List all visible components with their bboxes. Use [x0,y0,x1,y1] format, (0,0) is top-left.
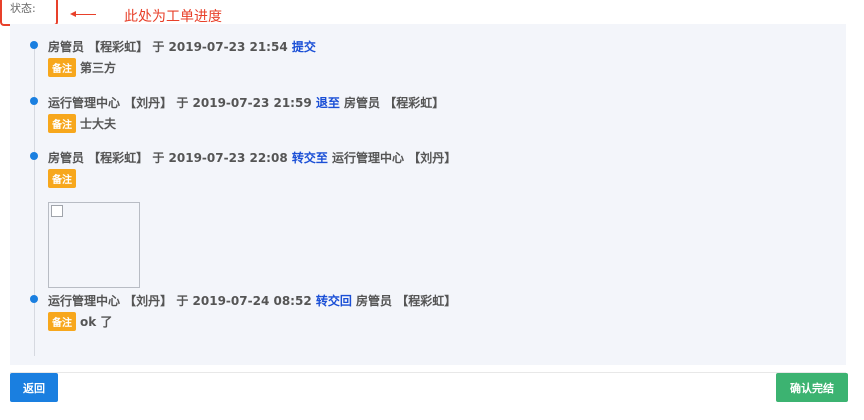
entry-action: 转交至 [291,151,328,165]
entry-prefix: 运行管理中心 【刘丹】 于 2019-07-23 21:59 [48,96,316,110]
entry-note-row: 备注 士大夫 [48,114,116,133]
entry-note-row: 备注 [48,169,80,188]
entry-suffix: 运行管理中心 【刘丹】 [327,151,457,165]
entry-action: 转交回 [315,294,352,308]
broken-image-icon [51,205,63,217]
back-button[interactable]: 返回 [10,373,58,402]
timeline-dot-icon [30,97,38,105]
entry-header: 运行管理中心 【刘丹】 于 2019-07-23 21:59 退至 房管员 【程… [48,94,444,111]
footer-divider [10,372,846,373]
timeline-dot-icon [30,41,38,49]
note-badge: 备注 [48,169,76,188]
note-text: 士大夫 [80,117,117,131]
entry-header: 运行管理中心 【刘丹】 于 2019-07-24 08:52 转交回 房管员 【… [48,292,456,309]
timeline-dot-icon [30,295,38,303]
status-label: 状态: [10,2,36,15]
annotation-text: 此处为工单进度 [124,9,222,25]
entry-note-row: 备注 第三方 [48,58,116,77]
timeline-dot-icon [30,152,38,160]
note-badge: 备注 [48,312,76,331]
timeline-line [34,44,35,356]
entry-suffix: 房管员 【程彩虹】 [351,294,457,308]
entry-action: 提交 [291,40,316,54]
entry-header: 房管员 【程彩虹】 于 2019-07-23 22:08 转交至 运行管理中心 … [48,149,456,166]
note-badge: 备注 [48,114,76,133]
attachment-image[interactable] [48,202,140,288]
confirm-complete-button[interactable]: 确认完结 [776,373,848,402]
entry-prefix: 房管员 【程彩虹】 于 2019-07-23 21:54 [48,40,292,54]
annotation-arrow [70,11,96,17]
entry-prefix: 房管员 【程彩虹】 于 2019-07-23 22:08 [48,151,292,165]
entry-suffix: 房管员 【程彩虹】 [339,96,445,110]
entry-action: 退至 [315,96,340,110]
status-highlight-box: 状态: [0,0,58,26]
entry-note-row: 备注 ok 了 [48,312,112,331]
note-text: ok 了 [80,315,113,329]
entry-prefix: 运行管理中心 【刘丹】 于 2019-07-24 08:52 [48,294,316,308]
note-badge: 备注 [48,58,76,77]
note-text: 第三方 [80,61,117,75]
entry-header: 房管员 【程彩虹】 于 2019-07-23 21:54 提交 [48,38,316,55]
progress-panel [10,24,846,365]
